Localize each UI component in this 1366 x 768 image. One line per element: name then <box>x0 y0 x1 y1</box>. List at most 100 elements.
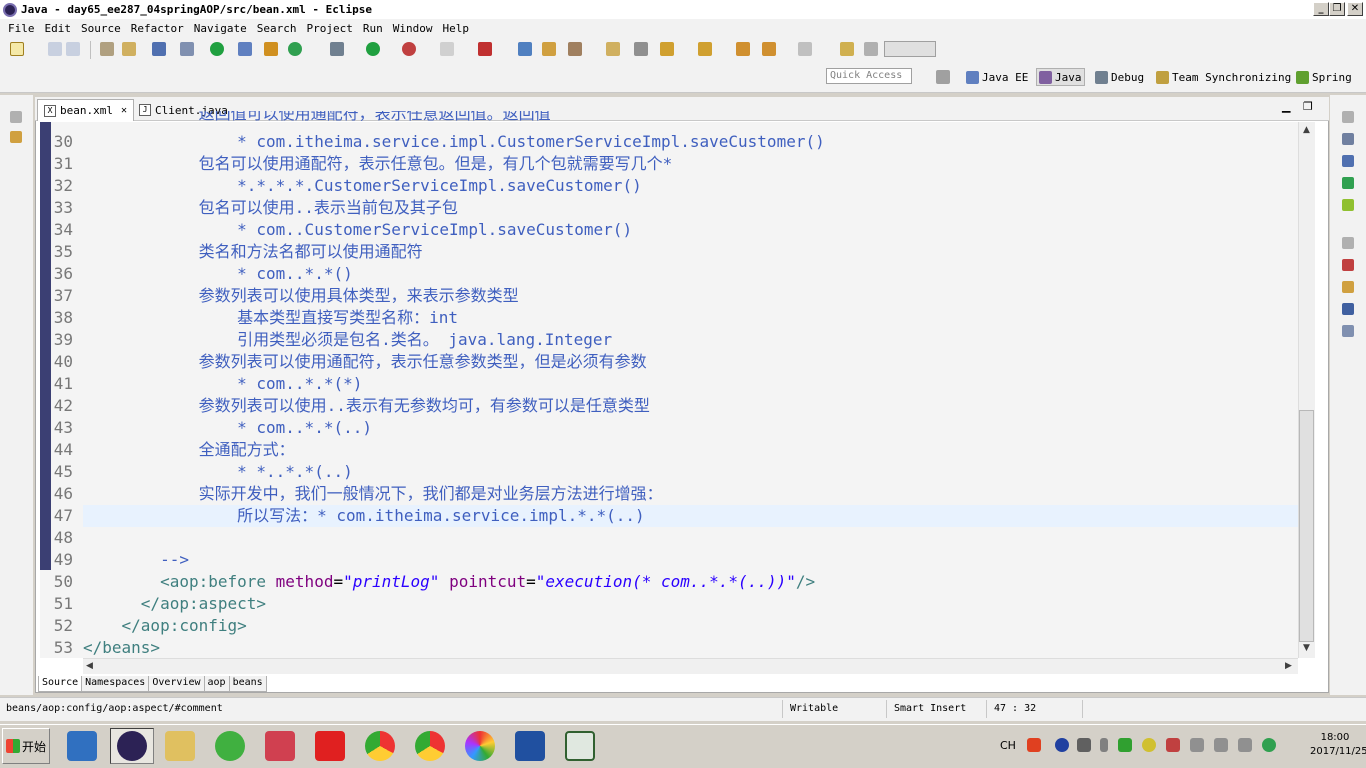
toggle-breakpoint-icon[interactable] <box>180 42 194 56</box>
taskbar-app-green[interactable] <box>208 728 252 764</box>
menu-project[interactable]: Project <box>304 22 354 35</box>
help-icon[interactable] <box>1055 738 1069 752</box>
tab-aop[interactable]: aop <box>203 676 230 692</box>
taskbar-app-picasa[interactable] <box>458 728 502 764</box>
new-package-icon[interactable] <box>264 42 278 56</box>
refresh-icon[interactable] <box>288 42 302 56</box>
search-tool-icon[interactable] <box>568 42 582 56</box>
start-server-icon[interactable] <box>210 42 224 56</box>
package-explorer-icon[interactable] <box>10 131 22 143</box>
taskbar-app-g[interactable] <box>308 728 352 764</box>
security-icon[interactable] <box>1118 738 1132 752</box>
annotation-icon[interactable] <box>634 42 648 56</box>
tasks-icon[interactable] <box>1342 177 1354 189</box>
menu-search[interactable]: Search <box>255 22 299 35</box>
outline-icon[interactable] <box>1342 133 1354 145</box>
ime-indicator[interactable]: CH <box>1000 739 1016 752</box>
update-icon[interactable] <box>1142 738 1156 752</box>
taskbar-app-explorer[interactable] <box>158 728 202 764</box>
grid-icon[interactable] <box>864 42 878 56</box>
horizontal-scrollbar[interactable]: ◀ ▶ <box>83 658 1298 674</box>
servers-icon[interactable] <box>1342 325 1354 337</box>
menu-help[interactable]: Help <box>440 22 471 35</box>
tab-beans[interactable]: beans <box>228 676 267 692</box>
javadoc-icon[interactable] <box>1342 281 1354 293</box>
forward-icon[interactable] <box>798 42 812 56</box>
console-view-icon[interactable] <box>1342 303 1354 315</box>
taskbar-app-terminal[interactable] <box>558 728 602 764</box>
tray-menu-icon[interactable] <box>1077 738 1091 752</box>
new-web-project-icon[interactable] <box>238 42 252 56</box>
maximize-button[interactable]: ❐ <box>1329 2 1345 16</box>
green-app-icon <box>215 731 245 761</box>
menu-navigate[interactable]: Navigate <box>192 22 249 35</box>
restore-icon-2[interactable] <box>1342 237 1354 249</box>
open-type-icon[interactable] <box>122 42 136 56</box>
hierarchy-icon[interactable] <box>1342 155 1354 167</box>
console-icon[interactable] <box>152 42 166 56</box>
new-icon[interactable] <box>10 42 24 56</box>
terminate-icon[interactable] <box>440 42 454 56</box>
next-annotation-icon[interactable] <box>660 42 674 56</box>
pin-editor-icon[interactable] <box>840 42 854 56</box>
print-icon[interactable] <box>100 42 114 56</box>
usb-icon[interactable] <box>1190 738 1204 752</box>
new-class-icon[interactable] <box>518 42 532 56</box>
coverage-icon[interactable] <box>478 42 492 56</box>
taskbar-app-eraser[interactable] <box>258 728 302 764</box>
code-line-40: 参数列表可以使用通配符，表示任意参数类型，但是必须有参数 <box>83 352 647 371</box>
volume-icon[interactable] <box>1238 738 1252 752</box>
open-perspective-icon[interactable] <box>936 70 950 84</box>
restore-icon[interactable] <box>1342 111 1354 123</box>
shield-icon[interactable] <box>1166 738 1180 752</box>
perspective-java-ee[interactable]: Java EE <box>966 68 1028 86</box>
minimize-editor-icon[interactable]: ▁ <box>1282 100 1290 113</box>
tab-namespaces[interactable]: Namespaces <box>81 676 150 692</box>
debug-config-icon[interactable] <box>330 42 344 56</box>
start-button[interactable]: 开始 <box>2 728 50 764</box>
menu-refactor[interactable]: Refactor <box>129 22 186 35</box>
scrollbar-thumb[interactable] <box>1299 410 1314 642</box>
menu-window[interactable]: Window <box>391 22 435 35</box>
external-tools-icon[interactable] <box>402 42 416 56</box>
save-icon[interactable] <box>48 42 62 56</box>
taskbar-app-word[interactable] <box>508 728 552 764</box>
maximize-editor-icon[interactable]: ❐ <box>1303 100 1313 113</box>
chrome-icon <box>365 731 395 761</box>
sogou-icon[interactable] <box>1027 738 1041 752</box>
taskbar-app-chrome-2[interactable] <box>408 728 452 764</box>
taskbar-app-eclipse[interactable] <box>110 728 154 764</box>
last-edit-icon[interactable] <box>736 42 750 56</box>
left-trim-bar <box>0 95 33 695</box>
tab-overview[interactable]: Overview <box>148 676 205 692</box>
menu-source[interactable]: Source <box>79 22 123 35</box>
toolbar-dropdown[interactable] <box>884 41 936 57</box>
system-clock[interactable]: 18:00 2017/11/25 <box>1310 731 1366 759</box>
prev-annotation-icon[interactable] <box>698 42 712 56</box>
save-all-icon[interactable] <box>66 42 80 56</box>
open-folder-icon[interactable] <box>542 42 556 56</box>
taskbar-app-chrome-1[interactable] <box>358 728 402 764</box>
menu-edit[interactable]: Edit <box>43 22 74 35</box>
taskbar-app-computer[interactable] <box>60 728 104 764</box>
restore-icon[interactable] <box>10 111 22 123</box>
perspective-spring[interactable]: Spring <box>1296 68 1352 86</box>
problems-icon[interactable] <box>1342 259 1354 271</box>
perspective-team-sync[interactable]: Team Synchronizing <box>1156 68 1291 86</box>
tab-source[interactable]: Source <box>38 676 83 692</box>
open-task-icon[interactable] <box>606 42 620 56</box>
back-icon[interactable] <box>762 42 776 56</box>
quick-access-input[interactable]: Quick Access <box>826 68 912 84</box>
run-icon[interactable] <box>366 42 380 56</box>
network-icon[interactable] <box>1214 738 1228 752</box>
upload-icon[interactable] <box>1262 738 1276 752</box>
menu-file[interactable]: File <box>6 22 37 35</box>
menu-run[interactable]: Run <box>361 22 385 35</box>
close-button[interactable]: ✕ <box>1347 2 1363 16</box>
perspective-java[interactable]: Java <box>1036 68 1085 86</box>
tray-expand-icon[interactable] <box>1100 738 1108 752</box>
spring-explorer-icon[interactable] <box>1342 199 1354 211</box>
breadcrumb-path: beans/aop:config/aop:aspect/#comment <box>6 703 223 714</box>
minimize-button[interactable]: _ <box>1313 2 1329 16</box>
perspective-debug[interactable]: Debug <box>1095 68 1144 86</box>
